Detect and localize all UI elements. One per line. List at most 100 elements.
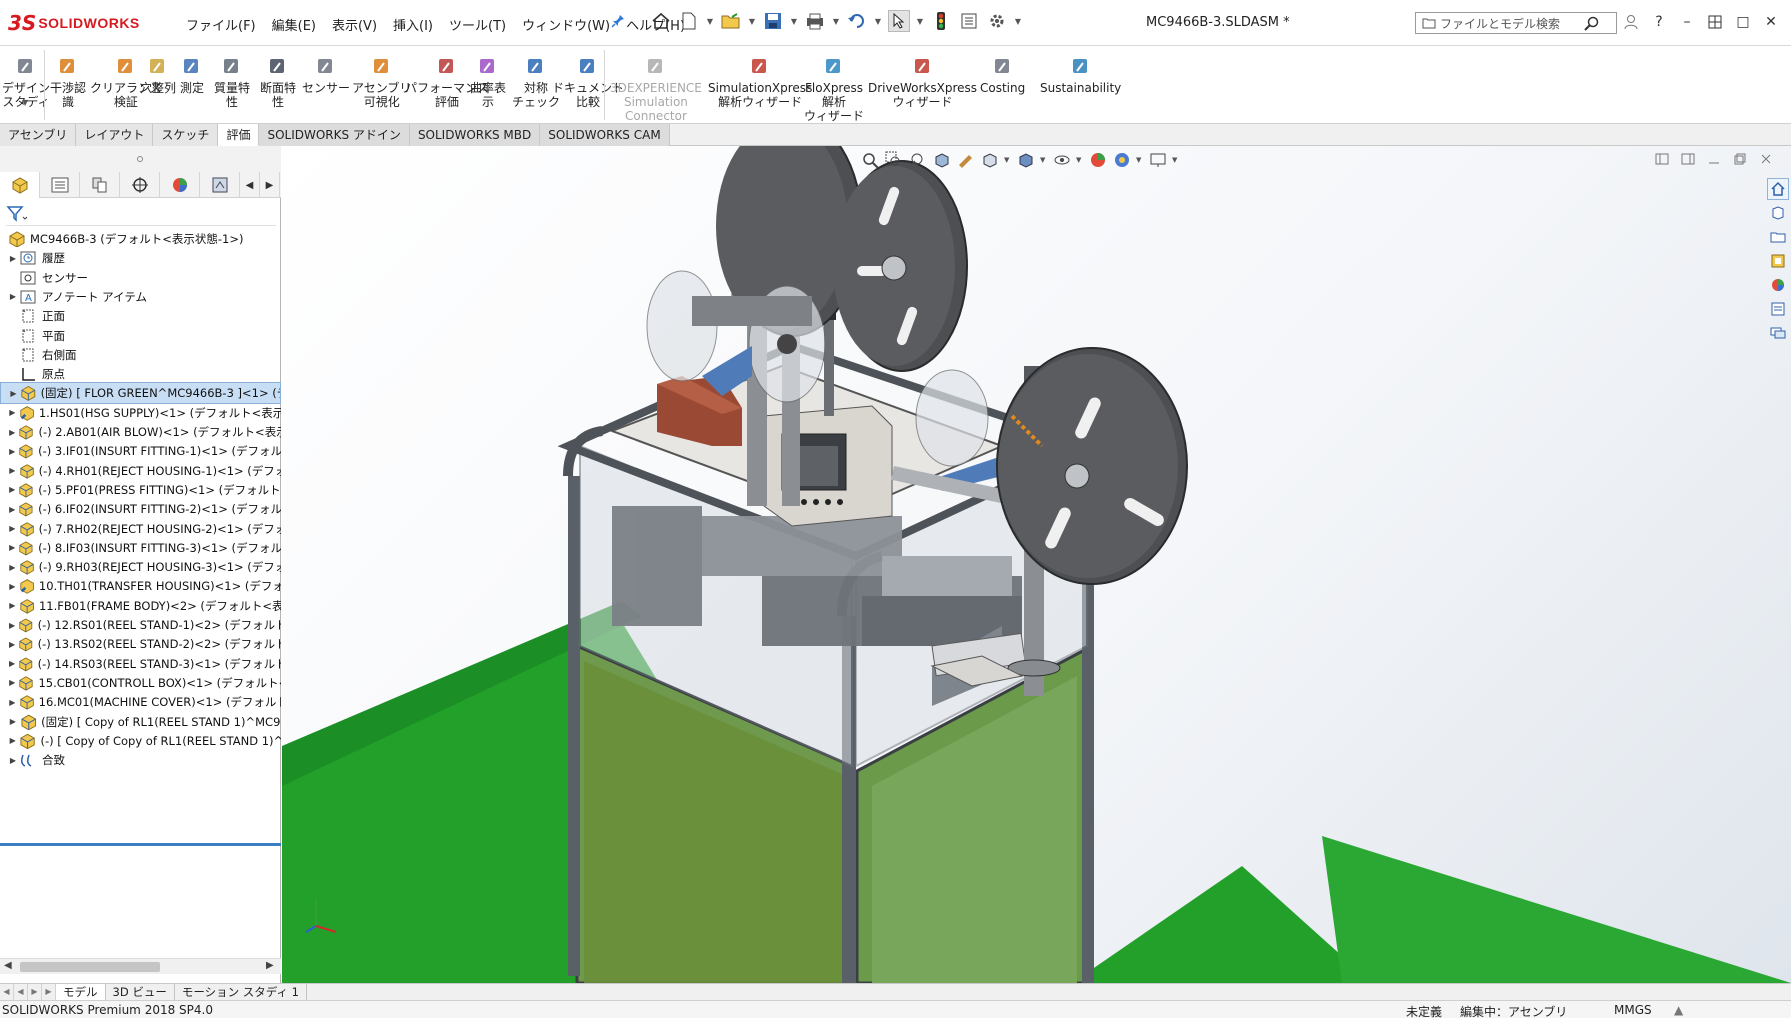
tab-3d-views[interactable]: 3D ビュー [106, 984, 175, 1001]
ribbon-button-simulationxpress[interactable]: SimulationXpress 解析ウィザード [708, 56, 812, 109]
display-style-icon[interactable] [1016, 150, 1036, 170]
ribbon-button-sensor[interactable]: センサー [302, 56, 350, 95]
ribbon-button-measure[interactable]: 測定 [180, 56, 204, 95]
expand-arrow-icon[interactable]: ▶ [6, 717, 20, 726]
expand-arrow-icon[interactable]: ▶ [6, 621, 18, 630]
expand-arrow-icon[interactable]: ▶ [6, 466, 19, 475]
dynamic-annotation-icon[interactable] [956, 150, 976, 170]
expand-arrow-icon[interactable]: ▶ [6, 543, 18, 552]
chevron-down-icon[interactable]: ▼ [1136, 156, 1144, 164]
edit-appearance-icon[interactable] [1088, 150, 1108, 170]
viewport-close-icon[interactable] [1759, 152, 1773, 166]
feature-manager-tab[interactable] [0, 172, 40, 198]
print-icon[interactable] [804, 10, 826, 32]
viewport-minimize-icon[interactable] [1707, 152, 1721, 166]
viewport-restore-icon[interactable] [1733, 152, 1747, 166]
tree-filter[interactable] [6, 202, 276, 226]
expand-arrow-icon[interactable]: ▶ [6, 428, 18, 437]
zoom-to-area-icon[interactable] [884, 150, 904, 170]
menu-file[interactable]: ファイル(F) [178, 12, 264, 37]
menu-edit[interactable]: 編集(E) [264, 12, 324, 37]
chevron-down-icon[interactable]: ▼ [1014, 10, 1022, 32]
apply-scene-icon[interactable] [1112, 150, 1132, 170]
menu-insert[interactable]: 挿入(I) [385, 12, 441, 37]
restore-icon[interactable] [1706, 12, 1724, 32]
ribbon-button-floxpress[interactable]: FloXpress 解析 ウィザード [804, 56, 864, 123]
configuration-manager-tab[interactable] [80, 172, 120, 198]
viewport-collapse-left-icon[interactable] [1655, 152, 1669, 166]
expand-arrow-icon[interactable]: ▶ [6, 292, 20, 301]
viewport-collapse-right-icon[interactable] [1681, 152, 1695, 166]
scroll-left-arrow[interactable]: ◀ [4, 960, 12, 971]
pin-menu-icon[interactable] [611, 14, 625, 28]
custom-properties-icon[interactable] [1767, 298, 1789, 320]
gear-icon[interactable] [986, 10, 1008, 32]
tab-next-arrow[interactable]: ▶ [28, 984, 42, 1001]
home-icon[interactable] [650, 10, 672, 32]
ribbon-button-section-properties[interactable]: 断面特 性 [260, 56, 296, 109]
display-manager-tab[interactable] [160, 172, 200, 198]
ribbon-button-curvature[interactable]: 曲率表 示 [470, 56, 506, 109]
filter-icon[interactable] [6, 205, 28, 223]
new-document-icon[interactable] [678, 10, 700, 32]
chevron-up-icon[interactable]: ▲ [1674, 1003, 1683, 1017]
chevron-down-icon[interactable]: ▼ [1172, 156, 1180, 164]
scroll-right-arrow[interactable]: ▶ [266, 960, 274, 971]
tree-horizontal-scrollbar[interactable]: ◀ ▶ [0, 958, 281, 974]
ribbon-button-mass-properties[interactable]: 質量特 性 [214, 56, 250, 109]
ribbon-button-assembly-visualization[interactable]: アセンブリ 可視化 [352, 56, 411, 109]
sw-resources-icon[interactable] [1767, 178, 1789, 200]
close-button[interactable]: ✕ [1762, 12, 1780, 32]
tab-scroll-right[interactable]: ▶ [260, 172, 280, 198]
expand-arrow-icon[interactable]: ▶ [7, 389, 20, 398]
tab-motion-study[interactable]: モーション スタディ 1 [175, 984, 307, 1001]
chevron-down-icon[interactable]: ▼ [790, 10, 798, 32]
chevron-down-icon[interactable]: ▼ [706, 10, 714, 32]
property-manager-tab[interactable] [40, 172, 80, 198]
chevron-down-icon[interactable]: ▼ [22, 98, 28, 107]
maximize-button[interactable]: □ [1734, 12, 1752, 32]
menu-window[interactable]: ウィンドウ(W) [514, 12, 618, 37]
command-tab-0[interactable]: アセンブリ [0, 124, 77, 146]
expand-arrow-icon[interactable]: ▶ [6, 736, 19, 745]
command-tab-1[interactable]: レイアウト [76, 124, 154, 146]
chevron-down-icon[interactable]: ▼ [874, 10, 882, 32]
expand-arrow-icon[interactable]: ▶ [6, 582, 19, 591]
undo-icon[interactable] [846, 10, 868, 32]
view-settings-icon[interactable] [1148, 150, 1168, 170]
user-icon[interactable] [1622, 12, 1640, 32]
ribbon-button-sustainability[interactable]: Sustainability [1040, 56, 1121, 95]
tab-first-arrow[interactable]: ◀ [0, 984, 14, 1001]
expand-arrow-icon[interactable]: ▶ [6, 659, 18, 668]
rebuild-traffic-light-icon[interactable] [930, 10, 952, 32]
solidworks-logo[interactable]: 3S SOLIDWORKS [8, 8, 156, 38]
command-tab-5[interactable]: SOLIDWORKS MBD [409, 124, 541, 146]
assembly-model-render[interactable] [282, 146, 1791, 983]
chevron-down-icon[interactable]: ▼ [748, 10, 756, 32]
expand-arrow-icon[interactable]: ▶ [6, 698, 19, 707]
search-icon[interactable] [1584, 16, 1600, 32]
tab-model[interactable]: モデル [56, 984, 106, 1001]
previous-view-icon[interactable] [908, 150, 928, 170]
search-input[interactable]: ファイルとモデル検索 [1415, 12, 1617, 34]
scroll-thumb[interactable] [20, 962, 160, 972]
ribbon-button-costing[interactable]: Costing [980, 56, 1025, 95]
command-tab-2[interactable]: スケッチ [153, 124, 219, 146]
menu-tools[interactable]: ツール(T) [441, 12, 514, 37]
expand-arrow-icon[interactable]: ▶ [6, 563, 19, 572]
expand-arrow-icon[interactable]: ▶ [6, 601, 19, 610]
expand-arrow-icon[interactable]: ▶ [6, 756, 20, 765]
ribbon-button-driveworks[interactable]: DriveWorksXpress ウィザード [868, 56, 977, 109]
menu-view[interactable]: 表示(V) [324, 12, 385, 37]
dimxpert-manager-tab[interactable] [120, 172, 160, 198]
chevron-down-icon[interactable]: ▼ [1076, 156, 1084, 164]
minimize-button[interactable]: – [1678, 12, 1696, 32]
design-library-icon[interactable] [1767, 202, 1789, 224]
save-icon[interactable] [762, 10, 784, 32]
ribbon-button-hole-alignment[interactable]: 穴整列 [140, 56, 176, 95]
expand-arrow-icon[interactable]: ▶ [6, 505, 18, 514]
file-properties-icon[interactable] [958, 10, 980, 32]
expand-arrow-icon[interactable]: ▶ [6, 408, 19, 417]
chevron-down-icon[interactable]: ▼ [1040, 156, 1048, 164]
chevron-down-icon[interactable]: ▼ [916, 10, 924, 32]
